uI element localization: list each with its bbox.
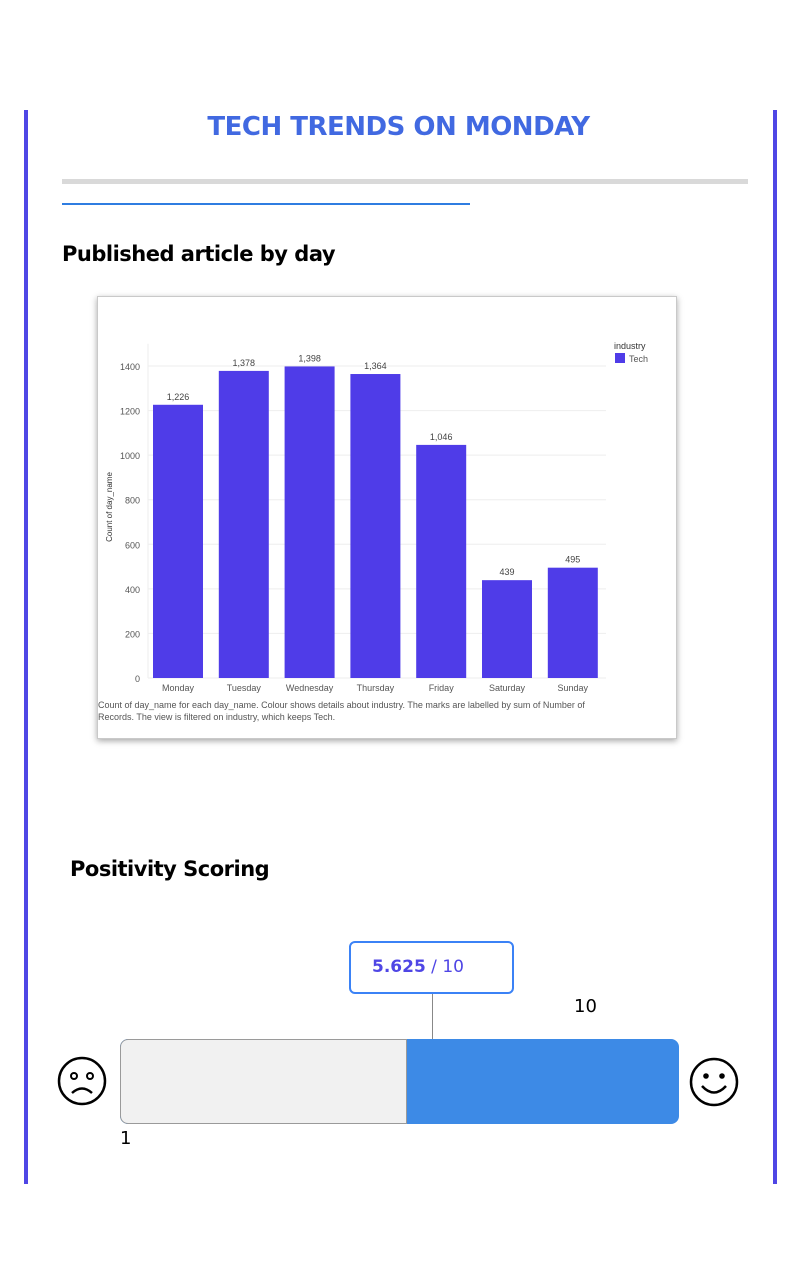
bar: [416, 444, 467, 678]
score-readout: 5.625 / 10: [349, 941, 514, 994]
y-axis-label: Count of day_name: [105, 472, 114, 542]
y-tick-label: 1000: [120, 451, 140, 461]
sad-face-icon: [57, 1056, 107, 1106]
happy-face-icon: [689, 1057, 739, 1107]
bar: [218, 370, 269, 678]
bar-value-label: 1,226: [167, 392, 190, 402]
bar: [284, 366, 335, 678]
y-tick-label: 400: [125, 585, 140, 595]
bar: [350, 374, 401, 678]
bar: [547, 567, 598, 678]
bar-value-label: 1,398: [298, 353, 321, 363]
score-separator: /: [425, 957, 443, 977]
score-bar-remaining: [120, 1039, 407, 1124]
legend-title: industry: [614, 341, 646, 351]
bar-value-label: 1,046: [430, 432, 453, 442]
chart-section-heading: Published article by day: [62, 242, 336, 266]
y-tick-label: 1400: [120, 362, 140, 372]
bar-value-label: 495: [565, 555, 580, 565]
divider-blue: [62, 203, 470, 205]
bar: [153, 404, 203, 678]
y-tick-label: 200: [125, 629, 140, 639]
chart-caption: Count of day_name for each day_name. Col…: [98, 700, 585, 722]
y-tick-label: 0: [135, 674, 140, 684]
x-tick-label: Wednesday: [286, 683, 334, 693]
score-connector: [432, 994, 433, 1040]
bar-chart-card: 0 200 400 600 800 1000 1200 1400 Count of day_na…: [97, 296, 677, 739]
score-section-heading: Positivity Scoring: [70, 857, 270, 881]
right-border-line: [773, 110, 777, 1184]
bar-value-label: 1,378: [233, 358, 256, 368]
x-tick-label: Monday: [162, 683, 195, 693]
bar-value-label: 1,364: [364, 361, 387, 371]
bar-value-label: 439: [499, 567, 514, 577]
x-tick-label: Sunday: [558, 683, 589, 693]
bar-chart: 0 200 400 600 800 1000 1200 1400 Count of day_na…: [105, 341, 648, 693]
bar: [482, 580, 532, 678]
legend-swatch: [615, 353, 625, 363]
score-max: 10: [442, 957, 464, 977]
x-tick-label: Tuesday: [227, 683, 262, 693]
x-tick-label: Friday: [429, 683, 455, 693]
y-tick-label: 1200: [120, 407, 140, 417]
score-bar: [120, 1039, 679, 1124]
left-border-line: [24, 110, 28, 1184]
score-value: 5.625: [372, 957, 426, 977]
legend-label: Tech: [629, 354, 648, 364]
scale-min-label: 1: [120, 1128, 132, 1149]
x-tick-label: Thursday: [357, 683, 395, 693]
y-tick-label: 800: [125, 496, 140, 506]
y-tick-label: 600: [125, 540, 140, 550]
x-tick-label: Saturday: [489, 683, 526, 693]
scale-max-label: 10: [574, 996, 597, 1017]
divider-grey: [62, 179, 748, 184]
page-title: TECH TRENDS ON MONDAY: [207, 112, 590, 142]
